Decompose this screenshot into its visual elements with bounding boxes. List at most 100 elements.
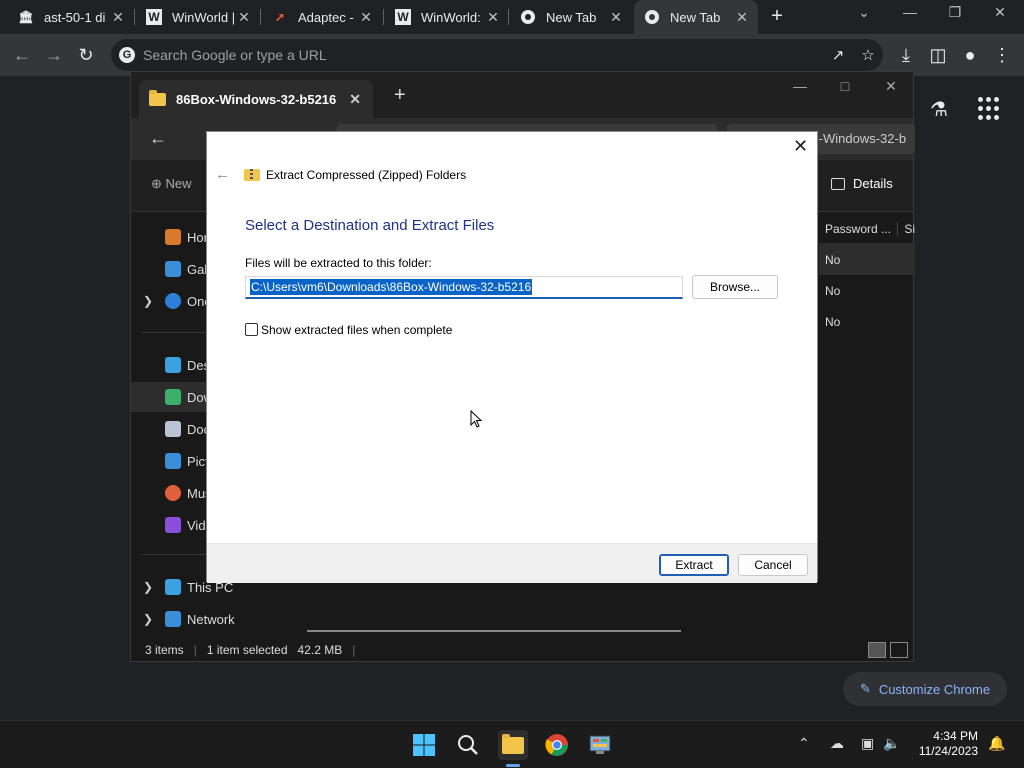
browser-tab-6-active[interactable]: New Tab ✕ <box>634 0 758 34</box>
dialog-close-icon[interactable]: ✕ <box>793 136 808 157</box>
windows-logo-icon <box>413 734 435 756</box>
tiles-view-icon[interactable] <box>890 642 908 658</box>
file-list: Password ... Si No No No <box>819 214 915 337</box>
close-tab-icon[interactable]: ✕ <box>483 9 503 26</box>
taskbar-chrome[interactable] <box>542 730 572 760</box>
explorer-tab[interactable]: 86Box-Windows-32-b5216 ✕ <box>139 80 373 118</box>
omnibox[interactable]: G Search Google or type a URL ↗ ☆ <box>111 39 883 71</box>
password-cell: No <box>825 314 841 329</box>
close-tab-icon[interactable]: ✕ <box>108 9 128 26</box>
browser-tab-1[interactable]: 🏛 ast-50-1 di ✕ <box>8 0 134 34</box>
tab-search-chevron-icon[interactable]: ⌄ <box>844 4 884 21</box>
folder-icon <box>502 733 524 754</box>
show-extracted-files-checkbox[interactable] <box>245 323 258 336</box>
adaptec-icon: ➚ <box>274 10 286 24</box>
back-icon[interactable]: ← <box>10 43 34 67</box>
explorer-back-icon[interactable]: ← <box>149 128 167 149</box>
chevron-right-icon[interactable]: ❯ <box>143 580 153 594</box>
clock-time: 4:34 PM <box>933 729 978 743</box>
close-tab-icon[interactable]: ✕ <box>349 91 361 108</box>
windows-taskbar: ⌃ ☁ ▣ 🔈 4:34 PM 11/24/2023 🔔 <box>0 720 1024 768</box>
zip-folder-icon <box>244 168 260 181</box>
sidebar-item-network[interactable]: ❯ Network <box>131 604 291 634</box>
pencil-icon: ✎ <box>859 681 871 696</box>
taskbar-clock[interactable]: 4:34 PM 11/24/2023 <box>906 729 978 759</box>
horizontal-scrollbar[interactable] <box>307 630 681 632</box>
start-button[interactable] <box>409 730 439 760</box>
tray-display-icon[interactable]: ▣ <box>861 735 874 752</box>
museum-icon: 🏛 <box>18 10 34 24</box>
close-tab-icon[interactable]: ✕ <box>234 9 254 26</box>
tray-overflow-chevron-icon[interactable]: ⌃ <box>798 735 810 752</box>
tab-title: ast-50-1 di <box>44 9 106 25</box>
password-cell: No <box>825 252 841 267</box>
extract-button[interactable]: Extract <box>659 554 729 576</box>
destination-path-input[interactable]: C:\Users\vm6\Downloads\86Box-Windows-32-… <box>245 276 683 299</box>
taskbar-control-panel[interactable] <box>585 730 615 760</box>
download-icon[interactable]: ⤓ <box>894 43 918 67</box>
explorer-new-button[interactable]: ⊕ New <box>151 176 192 192</box>
bookmark-star-icon[interactable]: ☆ <box>853 46 883 64</box>
search-button[interactable] <box>453 730 483 760</box>
close-tab-icon[interactable]: ✕ <box>732 9 752 26</box>
chevron-right-icon[interactable]: ❯ <box>143 612 153 626</box>
table-row[interactable]: No <box>819 244 915 275</box>
tray-cloud-off-icon[interactable]: ☁ <box>830 735 844 752</box>
details-view-icon[interactable] <box>868 642 886 658</box>
browse-button[interactable]: Browse... <box>692 275 778 299</box>
forward-icon[interactable]: → <box>42 43 66 67</box>
column-header-password[interactable]: Password ... <box>825 222 897 236</box>
side-panel-icon[interactable]: ◫ <box>926 43 950 67</box>
chevron-right-icon[interactable]: ❯ <box>143 294 153 308</box>
mouse-cursor-icon <box>470 410 482 428</box>
search-icon <box>458 735 478 755</box>
customize-chrome-button[interactable]: ✎ Customize Chrome <box>843 672 1007 706</box>
chrome-icon <box>644 9 660 25</box>
gallery-icon <box>165 261 181 277</box>
reload-icon[interactable]: ↻ <box>74 43 98 67</box>
show-extracted-files-label[interactable]: Show extracted files when complete <box>261 323 452 337</box>
minimize-icon[interactable]: — <box>890 4 930 20</box>
cancel-button[interactable]: Cancel <box>738 554 808 576</box>
share-icon[interactable]: ↗ <box>823 46 853 64</box>
close-tab-icon[interactable]: ✕ <box>356 9 376 26</box>
explorer-new-tab-icon[interactable]: + <box>394 84 406 107</box>
customize-chrome-label: Customize Chrome <box>878 681 991 697</box>
browser-tab-4[interactable]: W WinWorld: ✕ <box>385 0 509 34</box>
clock-date: 11/24/2023 <box>918 744 978 758</box>
destination-path-value: C:\Users\vm6\Downloads\86Box-Windows-32-… <box>250 279 533 295</box>
omnibox-placeholder[interactable]: Search Google or type a URL <box>143 47 823 63</box>
tray-volume-muted-icon[interactable]: 🔈 <box>883 735 900 752</box>
back-arrow-icon[interactable]: ← <box>215 166 230 183</box>
onedrive-icon <box>165 293 181 309</box>
tab-title: WinWorld | <box>172 9 234 25</box>
table-row[interactable]: No <box>819 275 915 306</box>
explorer-status-bar: 3 items | 1 item selected 42.2 MB | <box>145 643 356 657</box>
close-tab-icon[interactable]: ✕ <box>606 9 626 26</box>
browser-tab-3[interactable]: ➚ Adaptec - ( ✕ <box>262 0 382 34</box>
browser-tab-2[interactable]: W WinWorld | ✕ <box>136 0 260 34</box>
close-window-icon[interactable]: ✕ <box>980 4 1020 21</box>
control-panel-icon <box>589 735 611 754</box>
browser-tab-5[interactable]: New Tab ✕ <box>510 0 632 34</box>
item-count: 3 items <box>145 643 184 657</box>
details-pane-button[interactable]: Details <box>831 176 893 191</box>
winworld-icon: W <box>146 9 162 25</box>
new-tab-button[interactable]: + <box>766 5 788 27</box>
google-apps-icon[interactable] <box>978 97 1002 121</box>
maximize-icon[interactable]: □ <box>830 78 860 94</box>
close-window-icon[interactable]: ✕ <box>876 78 906 95</box>
labs-flask-icon[interactable]: ⚗ <box>930 97 948 122</box>
taskbar-file-explorer[interactable] <box>498 730 528 760</box>
menu-icon[interactable]: ⋮ <box>990 43 1014 67</box>
column-header-size[interactable]: Si <box>897 221 915 236</box>
notification-bell-icon[interactable]: 🔔 <box>988 735 1005 752</box>
details-pane-icon <box>831 177 845 190</box>
restore-icon[interactable]: ❐ <box>935 4 975 21</box>
minimize-icon[interactable]: — <box>785 78 815 94</box>
details-label: Details <box>853 176 893 191</box>
tab-title: New Tab <box>670 9 721 25</box>
dialog-titlebar: ← Extract Compressed (Zipped) Folders <box>215 166 466 183</box>
table-row[interactable]: No <box>819 306 915 337</box>
profile-icon[interactable]: ● <box>958 43 982 67</box>
